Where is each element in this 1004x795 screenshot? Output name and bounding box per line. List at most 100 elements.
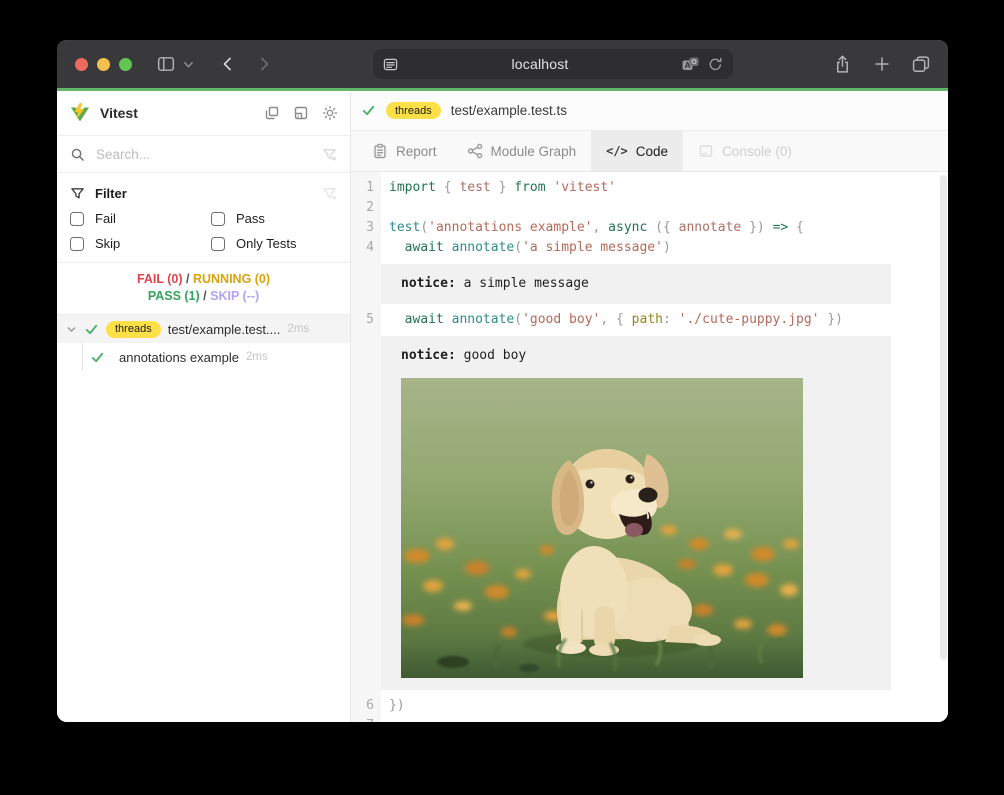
url-text[interactable]: localhost: [398, 56, 682, 72]
line-number: 3: [351, 218, 381, 238]
tab-label: Module Graph: [491, 144, 577, 159]
indent-guide: [82, 343, 83, 371]
checkbox-label: Fail: [95, 211, 116, 226]
annotation-notice: notice: good boy: [381, 336, 891, 690]
sidebar-toggle-icon[interactable]: [157, 55, 175, 73]
tree-row-file[interactable]: threads test/example.test.... 2ms: [57, 315, 350, 343]
notice-label: notice:: [401, 348, 456, 363]
checkbox-icon[interactable]: [70, 212, 84, 226]
share-icon[interactable]: [834, 55, 851, 74]
notice-label: notice:: [401, 276, 456, 291]
code-line: 4 await annotate('a simple message'): [351, 238, 948, 258]
address-bar[interactable]: localhost A: [373, 49, 733, 79]
filter-section: Filter Fail Pass Skip Only Tests: [57, 173, 350, 263]
console-icon: [698, 143, 714, 159]
code-text: }): [381, 696, 405, 716]
traffic-lights: [75, 58, 132, 71]
pool-badge: threads: [386, 102, 441, 119]
filter-options: Fail Pass Skip Only Tests: [70, 211, 337, 251]
app-title: Vitest: [100, 105, 138, 121]
test-duration: 2ms: [246, 351, 268, 363]
pool-badge: threads: [106, 321, 161, 338]
forward-icon[interactable]: [256, 56, 272, 72]
code-line: 6}): [351, 696, 948, 716]
browser-toolbar: localhost A: [57, 40, 948, 88]
code-line: 2: [351, 198, 948, 218]
annotation-notice: notice: a simple message: [381, 264, 891, 304]
search-placeholder[interactable]: Search...: [96, 147, 322, 162]
code-line: 1import { test } from 'vitest': [351, 178, 948, 198]
test-name: test/example.test....: [168, 322, 281, 337]
zoom-window-button[interactable]: [119, 58, 132, 71]
tree-row-case[interactable]: annotations example2ms: [57, 343, 350, 371]
clear-filter-icon[interactable]: [322, 186, 337, 201]
dashboard-icon[interactable]: [293, 105, 309, 121]
tab-bar: Report Module Graph </> Code Console (0): [351, 131, 948, 172]
notice-message: a simple message: [456, 276, 589, 291]
line-number: 2: [351, 198, 381, 218]
sidebar-header: Vitest: [57, 91, 350, 136]
filter-icon: [70, 186, 85, 201]
tab-graph[interactable]: Module Graph: [452, 131, 592, 171]
code-text: await annotate('good boy', { path: './cu…: [381, 310, 843, 330]
line-number: 5: [351, 310, 381, 330]
main-panel: threads test/example.test.ts Report Modu…: [351, 91, 948, 722]
tab-code[interactable]: </> Code: [591, 131, 683, 171]
windows-icon[interactable]: [264, 105, 280, 121]
file-name: test/example.test.ts: [451, 103, 567, 118]
check-icon: [90, 350, 105, 365]
reader-icon[interactable]: [383, 57, 398, 72]
code-text: [381, 716, 389, 722]
filter-checkbox-fail[interactable]: Fail: [70, 211, 211, 226]
search-bar[interactable]: Search...: [57, 136, 350, 173]
checkbox-label: Pass: [236, 211, 265, 226]
code-icon: </>: [606, 144, 628, 158]
checkbox-icon[interactable]: [70, 237, 84, 251]
code-text: test('annotations example', async ({ ann…: [381, 218, 804, 238]
theme-icon[interactable]: [322, 105, 338, 121]
sidebar: Vitest Search...: [57, 91, 351, 722]
tab-report[interactable]: Report: [357, 131, 452, 171]
line-number: 7: [351, 716, 381, 722]
puppy-image: [401, 378, 803, 678]
scrollbar-thumb[interactable]: [940, 175, 947, 660]
code-text: import { test } from 'vitest': [381, 178, 616, 198]
checkbox-label: Skip: [95, 236, 120, 251]
code-viewer: 1import { test } from 'vitest'23test('an…: [351, 172, 948, 722]
vitest-logo-icon: [69, 103, 91, 123]
tab-console: Console (0): [683, 131, 807, 171]
checkbox-icon[interactable]: [211, 212, 225, 226]
file-header: threads test/example.test.ts: [351, 91, 948, 131]
minimize-window-button[interactable]: [97, 58, 110, 71]
line-number: 1: [351, 178, 381, 198]
code-text: [381, 198, 389, 218]
filter-checkbox-skip[interactable]: Skip: [70, 236, 211, 251]
browser-window: localhost A Vitest: [57, 40, 948, 722]
checkbox-label: Only Tests: [236, 236, 296, 251]
test-tree: threads test/example.test.... 2ms annotati…: [57, 315, 350, 722]
checkbox-icon[interactable]: [211, 237, 225, 251]
new-tab-icon[interactable]: [874, 56, 890, 72]
reload-icon[interactable]: [708, 57, 723, 72]
tab-overview-icon[interactable]: [912, 55, 930, 73]
back-icon[interactable]: [220, 56, 236, 72]
tab-label: Code: [636, 144, 668, 159]
code-line: 3test('annotations example', async ({ an…: [351, 218, 948, 238]
translate-icon[interactable]: A: [682, 57, 699, 72]
close-window-button[interactable]: [75, 58, 88, 71]
stat-running: RUNNING (0): [193, 272, 270, 286]
clear-filter-icon[interactable]: [322, 147, 337, 162]
filter-checkbox-pass[interactable]: Pass: [211, 211, 337, 226]
stats-line-2: PASS (1) / SKIP (--): [61, 288, 346, 305]
chevron-down-icon[interactable]: [65, 323, 78, 336]
filter-checkbox-only-tests[interactable]: Only Tests: [211, 236, 337, 251]
graph-icon: [467, 143, 483, 159]
stats-line-1: FAIL (0) / RUNNING (0): [61, 271, 346, 288]
test-stats: FAIL (0) / RUNNING (0) PASS (1) / SKIP (…: [57, 263, 350, 315]
tab-label: Report: [396, 144, 437, 159]
line-number: 6: [351, 696, 381, 716]
search-icon: [70, 147, 85, 162]
filter-title: Filter: [95, 186, 322, 201]
chevron-down-icon[interactable]: [183, 59, 194, 70]
test-duration: 2ms: [287, 323, 309, 335]
